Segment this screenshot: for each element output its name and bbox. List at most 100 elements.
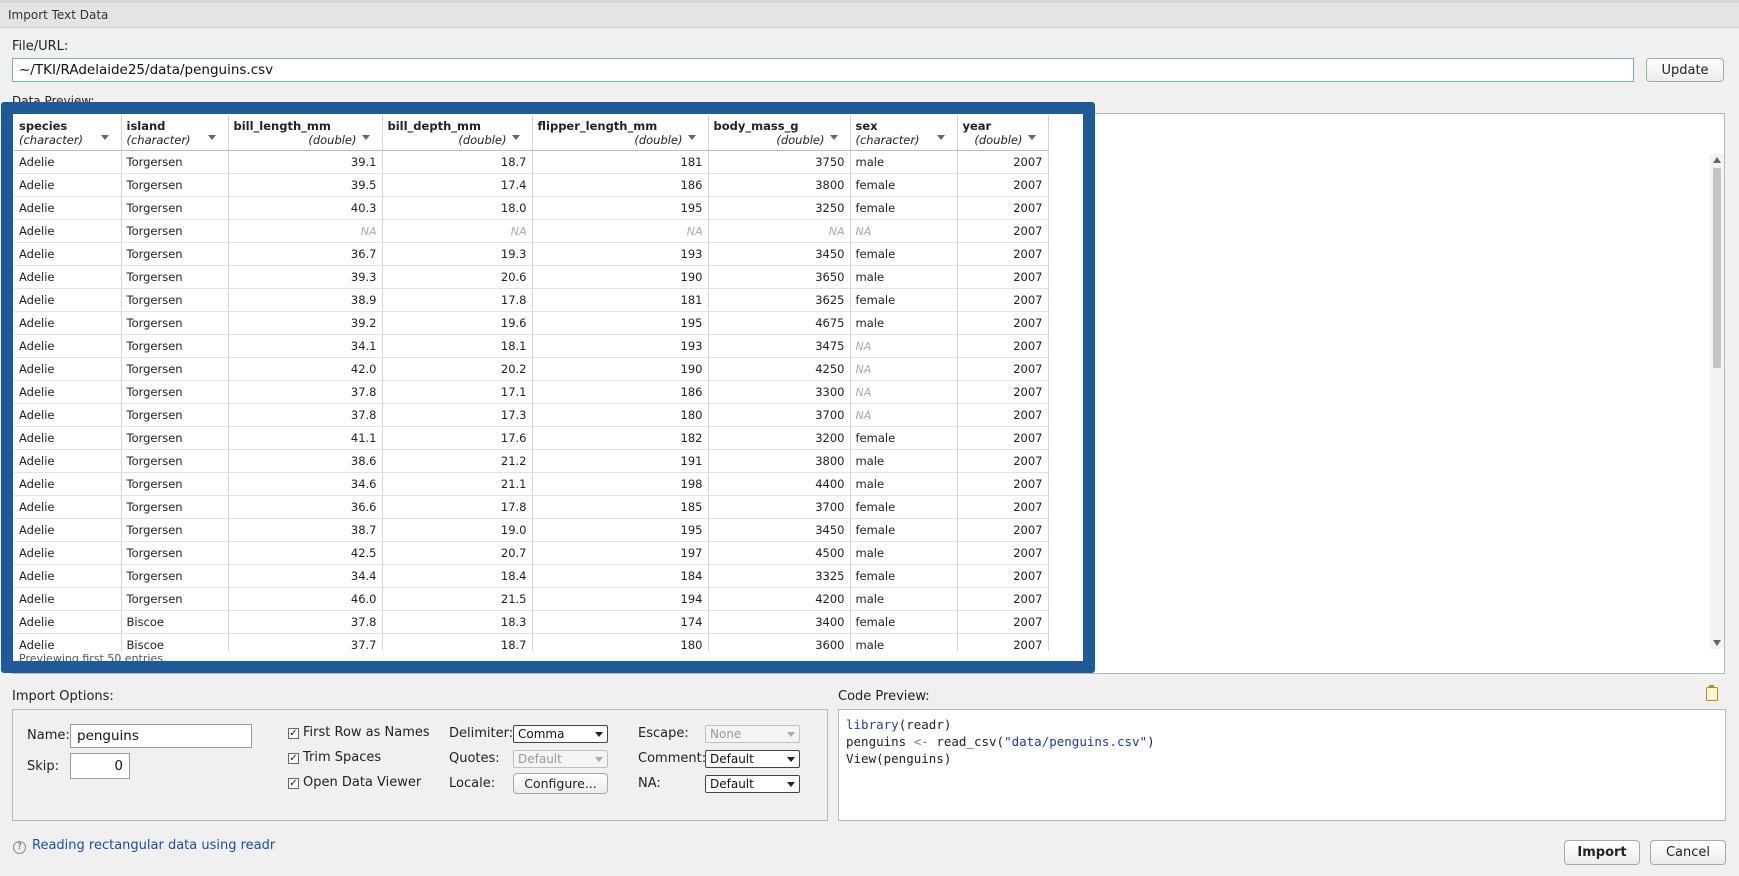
skip-input[interactable]	[70, 753, 130, 779]
trim-spaces-checkbox[interactable]: ✓	[288, 753, 299, 764]
table-cell: 3400	[708, 610, 851, 634]
column-header-body-mass-g[interactable]: body_mass_g (double)	[708, 115, 851, 151]
column-type-dropdown-icon[interactable]	[829, 135, 838, 140]
table-cell: 3625	[708, 288, 851, 312]
quotes-value: Default	[518, 752, 562, 766]
table-cell: 2007	[957, 518, 1049, 542]
help-icon[interactable]: ?	[13, 841, 26, 854]
table-cell: Adelie	[14, 357, 122, 381]
column-type: (double)	[308, 133, 357, 147]
table-cell: Adelie	[14, 633, 122, 651]
table-cell: Biscoe	[121, 610, 229, 634]
table-cell: female	[850, 564, 958, 588]
column-type-dropdown-icon[interactable]	[100, 135, 109, 140]
name-input[interactable]	[70, 724, 252, 748]
code-close-paren: )	[1147, 734, 1155, 749]
comment-select[interactable]: Default	[705, 750, 800, 768]
code-preview-editor[interactable]: library(readr) penguins <- read_csv("dat…	[838, 709, 1726, 821]
readr-help-link[interactable]: Reading rectangular data using readr	[32, 838, 275, 853]
first-row-checkbox[interactable]: ✓	[288, 728, 299, 739]
table-cell: female	[850, 495, 958, 519]
column-header-year[interactable]: year (double)	[957, 115, 1049, 151]
open-viewer-label: Open Data Viewer	[303, 775, 422, 790]
scroll-thumb[interactable]	[1713, 168, 1721, 368]
scroll-down-icon[interactable]	[1713, 640, 1721, 646]
column-header-flipper-length-mm[interactable]: flipper_length_mm (double)	[532, 115, 709, 151]
table-cell: 17.1	[382, 380, 533, 404]
table-cell: male	[850, 472, 958, 496]
table-cell: 19.3	[382, 242, 533, 266]
column-type-dropdown-icon[interactable]	[511, 135, 520, 140]
table-cell: Torgersen	[121, 541, 229, 565]
table-cell: 18.1	[382, 334, 533, 358]
table-cell: 2007	[957, 150, 1049, 174]
escape-value: None	[710, 727, 742, 741]
chevron-down-icon	[787, 757, 795, 762]
na-select[interactable]: Default	[705, 775, 800, 793]
table-cell: 17.4	[382, 173, 533, 197]
table-cell: male	[850, 633, 958, 651]
preview-vertical-scrollbar[interactable]	[1710, 154, 1724, 649]
table-cell: Adelie	[14, 173, 122, 197]
column-type-dropdown-icon[interactable]	[936, 135, 945, 140]
table-cell: female	[850, 610, 958, 634]
table-cell: 18.7	[382, 150, 533, 174]
quotes-select[interactable]: Default	[513, 750, 608, 768]
table-cell: 39.2	[228, 311, 383, 335]
import-button[interactable]: Import	[1564, 840, 1640, 865]
table-cell: 19.0	[382, 518, 533, 542]
table-cell: 190	[532, 265, 709, 289]
scroll-up-icon[interactable]	[1713, 157, 1721, 163]
table-cell: NA	[708, 219, 851, 243]
column-header-sex[interactable]: sex (character)	[850, 115, 958, 151]
column-type-dropdown-icon[interactable]	[207, 135, 216, 140]
table-row: Adelie Torgersen NA NA NA NA NA 2007	[14, 219, 1049, 243]
table-cell: Torgersen	[121, 564, 229, 588]
configure-locale-button[interactable]: Configure...	[513, 773, 608, 794]
table-cell: Torgersen	[121, 449, 229, 473]
table-cell: 186	[532, 173, 709, 197]
column-name: bill_depth_mm	[387, 119, 481, 133]
table-cell: 2007	[957, 219, 1049, 243]
table-cell: Torgersen	[121, 334, 229, 358]
table-cell: 2007	[957, 357, 1049, 381]
table-cell: 181	[532, 150, 709, 174]
table-cell: Torgersen	[121, 196, 229, 220]
table-cell: 42.5	[228, 541, 383, 565]
table-row: Adelie Torgersen 36.7 19.3 193 3450 female 2007	[14, 242, 1049, 266]
table-cell: Adelie	[14, 426, 122, 450]
table-cell: 20.6	[382, 265, 533, 289]
table-row: Adelie Torgersen 42.5 20.7 197 4500 male 2007	[14, 541, 1049, 565]
column-type-dropdown-icon[interactable]	[1027, 135, 1036, 140]
code-assign-op: <-	[913, 734, 929, 749]
copy-to-clipboard-icon[interactable]	[1706, 685, 1718, 701]
cancel-button[interactable]: Cancel	[1650, 840, 1726, 865]
column-header-island[interactable]: island (character)	[121, 115, 229, 151]
column-header-bill-depth-mm[interactable]: bill_depth_mm (double)	[382, 115, 533, 151]
table-cell: Adelie	[14, 403, 122, 427]
file-url-input[interactable]	[12, 58, 1634, 82]
column-type-dropdown-icon[interactable]	[687, 135, 696, 140]
table-cell: 3600	[708, 633, 851, 651]
table-cell: Torgersen	[121, 219, 229, 243]
column-name: island	[126, 119, 166, 133]
table-row: Adelie Torgersen 34.6 21.1 198 4400 male 2007	[14, 472, 1049, 496]
escape-select[interactable]: None	[705, 725, 800, 743]
column-header-bill-length-mm[interactable]: bill_length_mm (double)	[228, 115, 383, 151]
open-viewer-checkbox[interactable]: ✓	[288, 778, 299, 789]
import-options-label: Import Options:	[12, 689, 114, 704]
table-cell: 3450	[708, 518, 851, 542]
table-cell: Biscoe	[121, 633, 229, 651]
column-header-species[interactable]: species (character)	[14, 115, 122, 151]
column-type-dropdown-icon[interactable]	[361, 135, 370, 140]
table-cell: 2007	[957, 403, 1049, 427]
table-cell: 194	[532, 587, 709, 611]
delimiter-select[interactable]: Comma	[513, 725, 608, 743]
table-cell: 21.5	[382, 587, 533, 611]
column-name: flipper_length_mm	[537, 119, 658, 133]
update-button[interactable]: Update	[1646, 58, 1724, 82]
table-row: Adelie Torgersen 41.1 17.6 182 3200 female 2007	[14, 426, 1049, 450]
chevron-down-icon	[787, 782, 795, 787]
table-row: Adelie Torgersen 34.1 18.1 193 3475 NA 2007	[14, 334, 1049, 358]
dialog-title: Import Text Data	[8, 8, 109, 22]
